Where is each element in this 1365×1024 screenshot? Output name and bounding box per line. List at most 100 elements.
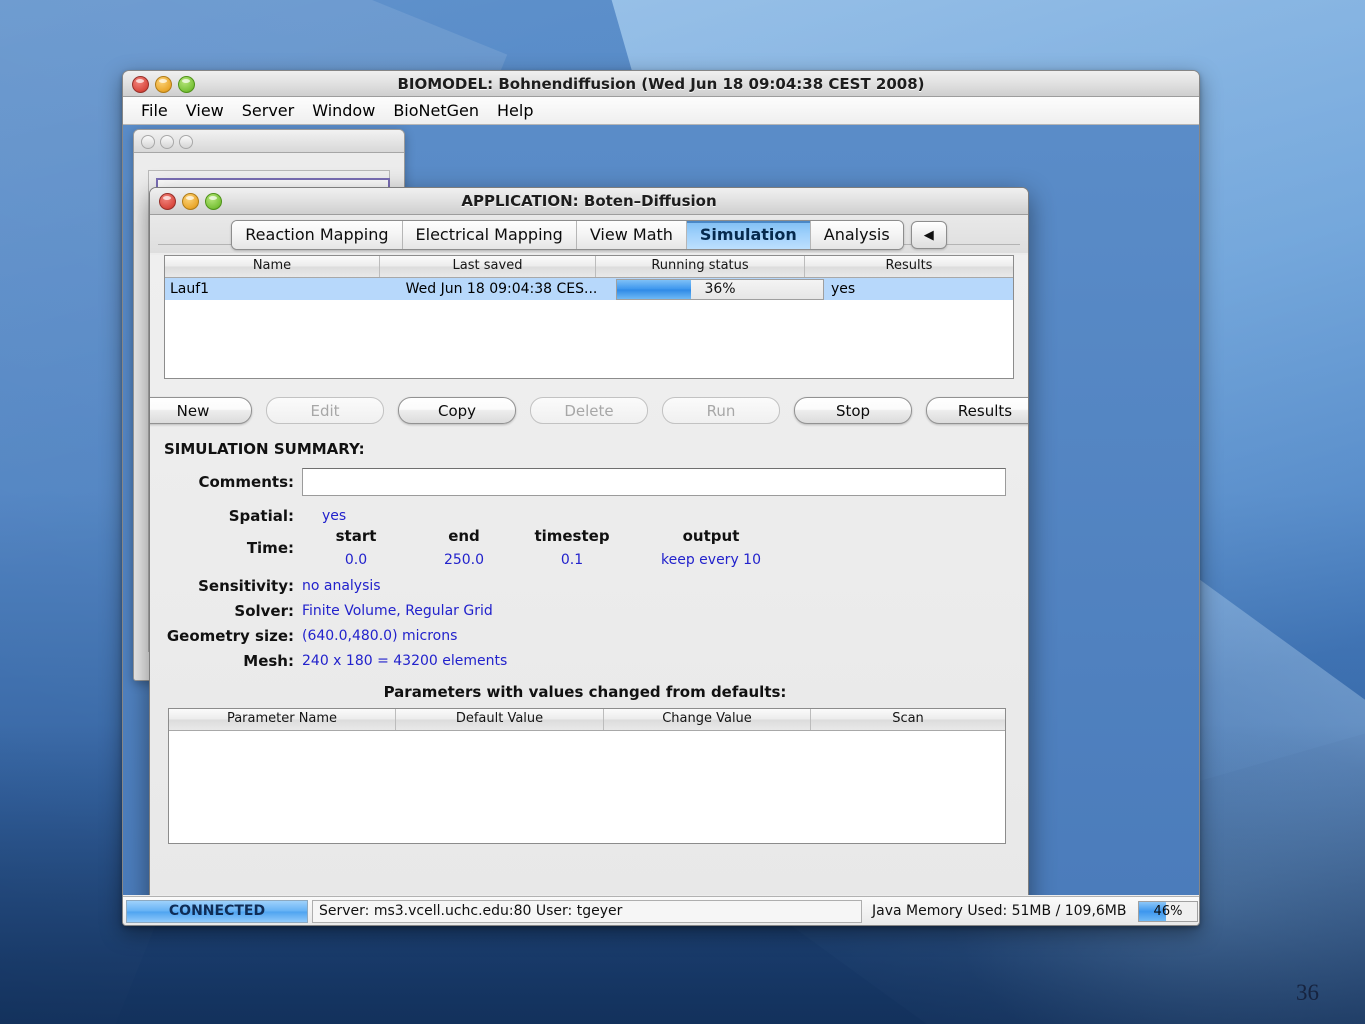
memory-usage-percent-label: 46% [1153, 903, 1183, 919]
slide-page-number: 36 [1296, 980, 1319, 1005]
simulation-table-header: Name Last saved Running status Results [165, 256, 1013, 278]
memory-info-label: Java Memory Used: 51MB / 109,6MB [872, 903, 1127, 919]
biomodel-window-title: BIOMODEL: Bohnendiffusion (Wed Jun 18 09… [397, 74, 925, 93]
cell-running-status: 36% [614, 278, 826, 300]
time-value-end: 250.0 [443, 552, 485, 568]
biomodel-desktop-pane: ( APPLICATION: Boten–Diffusion Reaction … [123, 125, 1199, 895]
cell-last-saved: Wed Jun 18 09:04:38 CES... [405, 281, 598, 297]
time-value-start: 0.0 [344, 552, 368, 568]
column-header-parameter-name[interactable]: Parameter Name [169, 709, 396, 730]
background-minimize-icon[interactable] [160, 135, 174, 149]
solver-label: Solver: [234, 602, 294, 620]
sensitivity-row: Sensitivity: no analysis [164, 577, 1014, 595]
geometry-size-value: (640.0,480.0) microns [302, 628, 458, 644]
parameters-section-title: Parameters with values changed from defa… [383, 683, 787, 701]
memory-usage-bar: 46% [1138, 900, 1198, 922]
edit-button: Edit [266, 397, 384, 424]
time-label: Time: [246, 538, 294, 557]
time-values: 0.0 250.0 0.1 keep every 10 [302, 545, 796, 568]
application-titlebar[interactable]: APPLICATION: Boten–Diffusion [150, 188, 1028, 215]
time-header-output: output [682, 527, 740, 545]
biomodel-window[interactable]: BIOMODEL: Bohnendiffusion (Wed Jun 18 09… [122, 70, 1200, 926]
time-header-timestep: timestep [534, 527, 610, 545]
column-header-name[interactable]: Name [165, 256, 380, 277]
menu-item-file[interactable]: File [133, 99, 176, 122]
menu-item-bionetgen[interactable]: BioNetGen [385, 99, 487, 122]
server-info-label: Server: ms3.vcell.uchc.edu:80 User: tgey… [312, 899, 862, 923]
application-minimize-button-icon[interactable] [182, 193, 199, 210]
time-header-end: end [448, 527, 480, 545]
parameters-table-header: Parameter Name Default Value Change Valu… [169, 709, 1005, 731]
run-button: Run [662, 397, 780, 424]
time-value-timestep: 0.1 [560, 552, 584, 568]
cell-results: yes [831, 281, 856, 297]
comments-input[interactable] [302, 468, 1006, 496]
tab-bar[interactable]: Reaction Mapping Electrical Mapping View… [150, 215, 1028, 253]
application-close-button-icon[interactable] [159, 193, 176, 210]
application-maximize-button-icon[interactable] [205, 193, 222, 210]
table-row[interactable]: Lauf1 Wed Jun 18 09:04:38 CES... 36% yes [165, 278, 1013, 300]
background-window-controls[interactable] [141, 135, 193, 149]
cell-name: Lauf1 [170, 281, 210, 297]
column-header-change-value[interactable]: Change Value [604, 709, 811, 730]
parameters-table[interactable]: Parameter Name Default Value Change Valu… [168, 708, 1006, 844]
application-window-title: APPLICATION: Boten–Diffusion [461, 192, 717, 210]
spatial-value: yes [322, 508, 347, 524]
tab-simulation[interactable]: Simulation [686, 221, 811, 249]
sensitivity-label: Sensitivity: [198, 577, 294, 595]
progress-bar: 36% [616, 278, 824, 300]
spatial-row: Spatial: yes [164, 507, 1014, 525]
application-window-controls[interactable] [159, 193, 222, 210]
mesh-row: Mesh: 240 x 180 = 43200 elements [164, 652, 1014, 670]
column-header-scan[interactable]: Scan [811, 709, 1005, 730]
tab-group[interactable]: Reaction Mapping Electrical Mapping View… [231, 220, 904, 250]
status-badge: CONNECTED [126, 899, 308, 923]
application-window[interactable]: APPLICATION: Boten–Diffusion Reaction Ma… [149, 187, 1029, 895]
results-button[interactable]: Results [926, 397, 1028, 424]
delete-button: Delete [530, 397, 648, 424]
tab-reaction-mapping[interactable]: Reaction Mapping [232, 221, 403, 249]
tab-electrical-mapping[interactable]: Electrical Mapping [402, 221, 577, 249]
tab-analysis[interactable]: Analysis [810, 221, 903, 249]
progress-bar-label: 36% [704, 281, 736, 297]
mesh-value: 240 x 180 = 43200 elements [302, 653, 508, 669]
simulation-action-buttons[interactable]: New Edit Copy Delete Run Stop Results [150, 397, 1028, 424]
window-resize-grip[interactable] [1191, 910, 1199, 925]
geometry-size-row: Geometry size: (640.0,480.0) microns [164, 627, 1014, 645]
biomodel-titlebar[interactable]: BIOMODEL: Bohnendiffusion (Wed Jun 18 09… [123, 71, 1199, 97]
menu-bar[interactable]: File View Server Window BioNetGen Help [123, 97, 1199, 125]
time-row: Time: start end timestep output 0.0 250.… [164, 527, 1014, 568]
column-header-default-value[interactable]: Default Value [396, 709, 604, 730]
time-values-block: start end timestep output 0.0 250.0 0.1 … [302, 527, 796, 568]
time-header-start: start [335, 527, 377, 545]
menu-item-view[interactable]: View [178, 99, 232, 122]
mesh-label: Mesh: [243, 652, 294, 670]
background-close-icon[interactable] [141, 135, 155, 149]
comments-label: Comments: [198, 473, 294, 491]
menu-item-help[interactable]: Help [489, 99, 541, 122]
stop-button[interactable]: Stop [794, 397, 912, 424]
column-header-last-saved[interactable]: Last saved [380, 256, 596, 277]
maximize-button-icon[interactable] [178, 76, 195, 93]
memory-info: Java Memory Used: 51MB / 109,6MB 46% [866, 900, 1199, 922]
background-maximize-icon[interactable] [179, 135, 193, 149]
tab-scroll-left-arrow-icon[interactable]: ◀ [910, 221, 947, 249]
solver-value: Finite Volume, Regular Grid [302, 603, 493, 619]
spatial-label: Spatial: [228, 507, 294, 525]
tab-view-math[interactable]: View Math [576, 221, 687, 249]
column-header-results[interactable]: Results [805, 256, 1013, 277]
window-controls[interactable] [132, 76, 195, 93]
menu-item-server[interactable]: Server [234, 99, 302, 122]
status-bar: CONNECTED Server: ms3.vcell.uchc.edu:80 … [123, 896, 1199, 925]
simulation-tab-content: Name Last saved Running status Results L… [150, 255, 1028, 895]
menu-item-window[interactable]: Window [304, 99, 383, 122]
simulation-list-table[interactable]: Name Last saved Running status Results L… [164, 255, 1014, 379]
minimize-button-icon[interactable] [155, 76, 172, 93]
desktop-background: BIOMODEL: Bohnendiffusion (Wed Jun 18 09… [0, 0, 1365, 1024]
close-button-icon[interactable] [132, 76, 149, 93]
copy-button[interactable]: Copy [398, 397, 516, 424]
sensitivity-value: no analysis [302, 578, 381, 594]
solver-row: Solver: Finite Volume, Regular Grid [164, 602, 1014, 620]
new-button[interactable]: New [150, 397, 252, 424]
column-header-running-status[interactable]: Running status [596, 256, 805, 277]
